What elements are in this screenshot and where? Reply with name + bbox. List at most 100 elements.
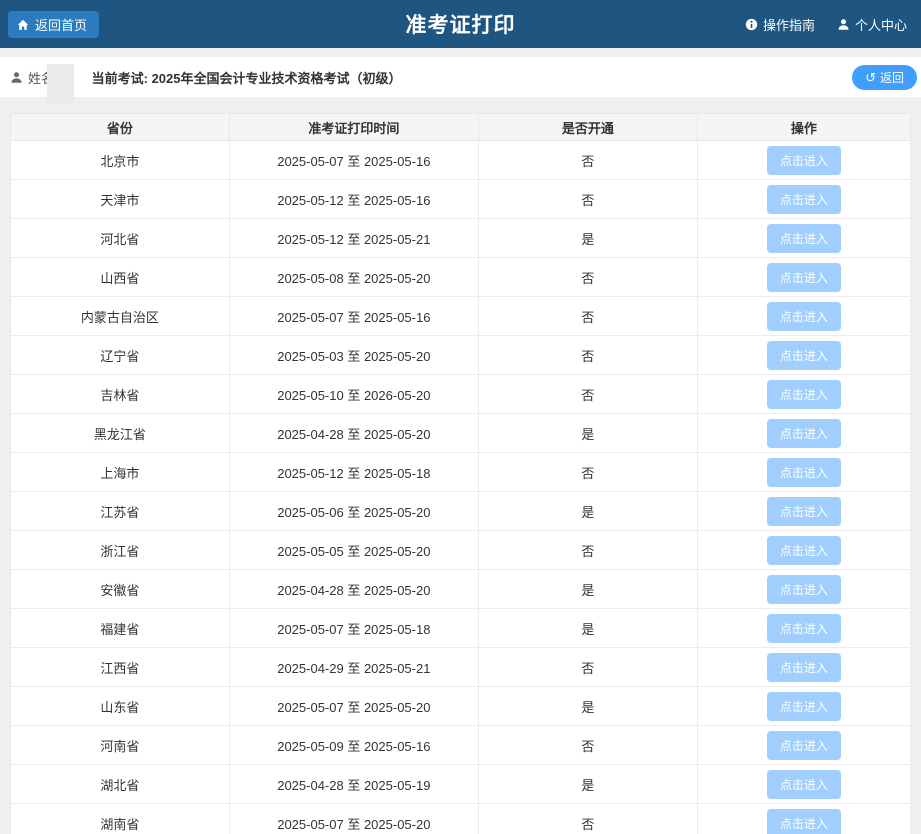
- action-cell: 点击进入: [697, 180, 910, 219]
- province-cell: 黑龙江省: [11, 414, 230, 453]
- enter-button[interactable]: 点击进入: [767, 224, 841, 253]
- province-table-body: 北京市 2025-05-07 至 2025-05-16 否 点击进入 天津市 2…: [11, 141, 911, 834]
- print-time-cell: 2025-05-12 至 2025-05-21: [229, 219, 478, 258]
- enter-button[interactable]: 点击进入: [767, 341, 841, 370]
- back-home-button[interactable]: 返回首页: [8, 11, 99, 38]
- province-cell: 湖北省: [11, 765, 230, 804]
- action-cell: 点击进入: [697, 687, 910, 726]
- open-status-cell: 否: [478, 141, 697, 180]
- enter-button[interactable]: 点击进入: [767, 653, 841, 682]
- table-header: 省份 准考证打印时间 是否开通 操作: [11, 114, 911, 141]
- province-cell: 江西省: [11, 648, 230, 687]
- open-status-cell: 是: [478, 219, 697, 258]
- open-status-cell: 否: [478, 336, 697, 375]
- enter-button[interactable]: 点击进入: [767, 809, 841, 834]
- guide-label: 操作指南: [763, 15, 815, 34]
- province-cell: 湖南省: [11, 804, 230, 834]
- info-icon: [745, 18, 758, 31]
- user-icon: [837, 18, 850, 31]
- back-home-label: 返回首页: [35, 15, 87, 34]
- action-cell: 点击进入: [697, 648, 910, 687]
- action-cell: 点击进入: [697, 219, 910, 258]
- print-time-cell: 2025-04-28 至 2025-05-19: [229, 765, 478, 804]
- action-cell: 点击进入: [697, 804, 910, 834]
- action-cell: 点击进入: [697, 531, 910, 570]
- enter-button[interactable]: 点击进入: [767, 302, 841, 331]
- table-row: 江西省 2025-04-29 至 2025-05-21 否 点击进入: [11, 648, 911, 687]
- enter-button[interactable]: 点击进入: [767, 692, 841, 721]
- province-cell: 安徽省: [11, 570, 230, 609]
- action-cell: 点击进入: [697, 414, 910, 453]
- column-header-province: 省份: [11, 114, 230, 141]
- table-row: 浙江省 2025-05-05 至 2025-05-20 否 点击进入: [11, 531, 911, 570]
- open-status-cell: 是: [478, 414, 697, 453]
- print-time-cell: 2025-05-05 至 2025-05-20: [229, 531, 478, 570]
- print-time-cell: 2025-04-28 至 2025-05-20: [229, 570, 478, 609]
- province-cell: 福建省: [11, 609, 230, 648]
- table-row: 湖南省 2025-05-07 至 2025-05-20 否 点击进入: [11, 804, 911, 834]
- profile-label: 个人中心: [855, 15, 907, 34]
- action-cell: 点击进入: [697, 336, 910, 375]
- enter-button[interactable]: 点击进入: [767, 614, 841, 643]
- back-button[interactable]: ↺ 返回: [852, 65, 917, 90]
- table-row: 安徽省 2025-04-28 至 2025-05-20 是 点击进入: [11, 570, 911, 609]
- province-cell: 内蒙古自治区: [11, 297, 230, 336]
- back-label: 返回: [880, 69, 904, 86]
- table-row: 山东省 2025-05-07 至 2025-05-20 是 点击进入: [11, 687, 911, 726]
- print-time-cell: 2025-05-07 至 2025-05-16: [229, 141, 478, 180]
- province-cell: 河南省: [11, 726, 230, 765]
- column-header-action: 操作: [697, 114, 910, 141]
- open-status-cell: 否: [478, 297, 697, 336]
- table-wrap: 省份 准考证打印时间 是否开通 操作 北京市 2025-05-07 至 2025…: [10, 113, 911, 834]
- table-row: 内蒙古自治区 2025-05-07 至 2025-05-16 否 点击进入: [11, 297, 911, 336]
- table-row: 湖北省 2025-04-28 至 2025-05-19 是 点击进入: [11, 765, 911, 804]
- action-cell: 点击进入: [697, 492, 910, 531]
- print-time-cell: 2025-05-10 至 2026-05-20: [229, 375, 478, 414]
- enter-button[interactable]: 点击进入: [767, 575, 841, 604]
- action-cell: 点击进入: [697, 726, 910, 765]
- open-status-cell: 否: [478, 375, 697, 414]
- open-status-cell: 是: [478, 687, 697, 726]
- enter-button[interactable]: 点击进入: [767, 458, 841, 487]
- open-status-cell: 是: [478, 492, 697, 531]
- table-row: 山西省 2025-05-08 至 2025-05-20 否 点击进入: [11, 258, 911, 297]
- enter-button[interactable]: 点击进入: [767, 146, 841, 175]
- province-table: 省份 准考证打印时间 是否开通 操作 北京市 2025-05-07 至 2025…: [10, 113, 911, 834]
- open-status-cell: 是: [478, 765, 697, 804]
- current-exam-text: 当前考试: 2025年全国会计专业技术资格考试（初级）: [92, 68, 402, 87]
- table-row: 河南省 2025-05-09 至 2025-05-16 否 点击进入: [11, 726, 911, 765]
- open-status-cell: 否: [478, 648, 697, 687]
- guide-link[interactable]: 操作指南: [745, 15, 815, 34]
- open-status-cell: 否: [478, 726, 697, 765]
- enter-button[interactable]: 点击进入: [767, 497, 841, 526]
- enter-button[interactable]: 点击进入: [767, 380, 841, 409]
- page: 返回首页 准考证打印 操作指南: [0, 0, 921, 834]
- top-header: 返回首页 准考证打印 操作指南: [0, 0, 921, 48]
- table-row: 河北省 2025-05-12 至 2025-05-21 是 点击进入: [11, 219, 911, 258]
- open-status-cell: 否: [478, 531, 697, 570]
- action-cell: 点击进入: [697, 375, 910, 414]
- print-time-cell: 2025-05-07 至 2025-05-18: [229, 609, 478, 648]
- province-cell: 辽宁省: [11, 336, 230, 375]
- print-time-cell: 2025-05-08 至 2025-05-20: [229, 258, 478, 297]
- enter-button[interactable]: 点击进入: [767, 185, 841, 214]
- province-cell: 江苏省: [11, 492, 230, 531]
- enter-button[interactable]: 点击进入: [767, 419, 841, 448]
- province-cell: 上海市: [11, 453, 230, 492]
- column-header-open: 是否开通: [478, 114, 697, 141]
- print-time-cell: 2025-05-12 至 2025-05-18: [229, 453, 478, 492]
- open-status-cell: 是: [478, 609, 697, 648]
- info-bar: 姓名: 当前考试: 2025年全国会计专业技术资格考试（初级） ↺ 返回: [0, 57, 921, 97]
- header-links: 操作指南 个人中心: [745, 0, 907, 48]
- print-time-cell: 2025-05-07 至 2025-05-20: [229, 687, 478, 726]
- enter-button[interactable]: 点击进入: [767, 770, 841, 799]
- name-redaction: [47, 64, 74, 104]
- enter-button[interactable]: 点击进入: [767, 536, 841, 565]
- enter-button[interactable]: 点击进入: [767, 263, 841, 292]
- profile-link[interactable]: 个人中心: [837, 15, 907, 34]
- province-cell: 河北省: [11, 219, 230, 258]
- enter-button[interactable]: 点击进入: [767, 731, 841, 760]
- refresh-icon: ↺: [865, 71, 876, 84]
- table-row: 北京市 2025-05-07 至 2025-05-16 否 点击进入: [11, 141, 911, 180]
- print-time-cell: 2025-05-09 至 2025-05-16: [229, 726, 478, 765]
